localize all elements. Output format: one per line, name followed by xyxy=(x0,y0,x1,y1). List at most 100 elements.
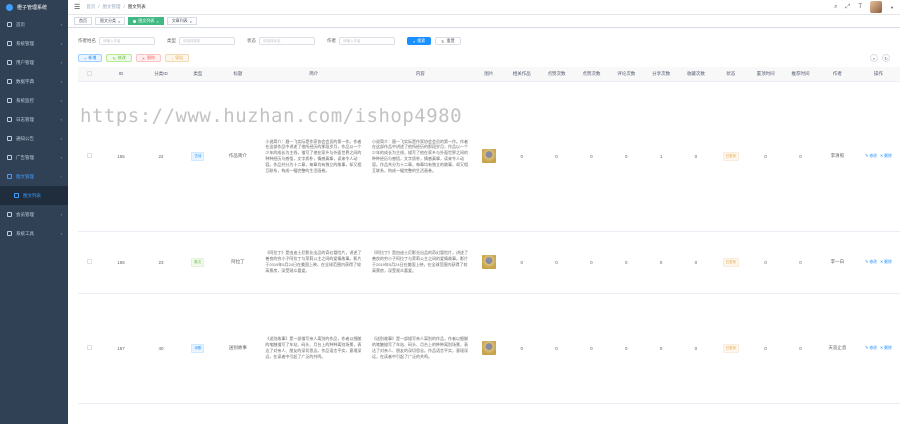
cell-count: 0 xyxy=(678,81,714,232)
row-checkbox[interactable] xyxy=(86,153,92,158)
column-header: ID xyxy=(100,67,142,82)
table-body: 155 22 古诗 作品简介 小说简介：聂一飞实际是作家协会会员的第一作。作者在这部作品… xyxy=(78,81,900,404)
cell-count: 0 xyxy=(573,231,609,294)
refresh-icon[interactable]: ↻ xyxy=(882,54,890,62)
author-name-input[interactable]: 请输入作者 xyxy=(99,37,155,45)
breadcrumb: 首页 / 图文管理 / 图文列表 xyxy=(86,4,146,10)
delete-button[interactable]: ✕ 删除 xyxy=(135,54,162,62)
toolbar: + 新增 ✎ 修改 ✕ 删除 ↓ 导出 ⌕ ↻ xyxy=(78,54,890,63)
column-header: 评论次数 xyxy=(608,67,644,82)
cell-type: 散文 xyxy=(180,231,216,294)
search-icon[interactable]: ⌕ xyxy=(834,4,837,11)
table-row[interactable]: 156 23 散文 阿拉丁 《阿拉丁》是由迪士尼影业出品的奇幻冒险片，讲述了善良的穷小子… xyxy=(78,231,900,294)
row-checkbox[interactable] xyxy=(86,345,92,350)
reset-button[interactable]: ↻ 重置 xyxy=(435,37,461,45)
sidebar-item[interactable]: 用户管理 › xyxy=(0,53,68,72)
column-header xyxy=(78,67,101,82)
status-badge: 已发布 xyxy=(722,151,740,161)
tag-category[interactable]: 图文分类 × xyxy=(95,17,126,25)
sidebar-item[interactable]: 系统工具 › xyxy=(0,224,68,243)
row-edit-link[interactable]: ✎ 修改 xyxy=(865,259,877,265)
sidebar-item-label: 日志管理 xyxy=(16,116,34,122)
sidebar-item-label: 系统工具 xyxy=(16,230,34,236)
table-row[interactable]: 157 40 诗歌 送别故事 《送别故事》是一部描写亲人离别的作品，作者以细腻的笔触描写… xyxy=(78,293,900,404)
app-logo[interactable]: 橙子管理系统 xyxy=(0,0,68,15)
cell-count: 1 xyxy=(643,81,679,232)
chevron-down-icon[interactable]: ▼ xyxy=(890,5,894,10)
select-all-checkbox[interactable] xyxy=(86,70,92,76)
cell-id: 155 xyxy=(100,81,142,232)
column-header: 收藏次数 xyxy=(678,67,714,82)
author-input[interactable]: 请输入作者 xyxy=(339,37,395,45)
tag-home[interactable]: 首页 xyxy=(74,17,92,25)
add-button[interactable]: + 新增 xyxy=(78,54,103,62)
sidebar-item-label: 广告管理 xyxy=(16,154,34,160)
search-form: 作者姓名 请输入作者 类型 请选择类型 状态 请选择状态 作者 请输入作者 ⌕ 搜… xyxy=(78,34,890,48)
cell-count: 0 xyxy=(573,81,609,232)
toggle-search-icon[interactable]: ⌕ xyxy=(870,54,878,62)
hamburger-icon[interactable]: ☰ xyxy=(74,3,80,11)
thumbnail-image[interactable] xyxy=(481,148,496,163)
font-size-icon[interactable]: T xyxy=(858,4,862,10)
type-badge: 散文 xyxy=(191,257,205,267)
cell-image xyxy=(473,231,505,294)
breadcrumb-item[interactable]: 首页 xyxy=(86,4,95,10)
sidebar-item[interactable]: 广告管理 › xyxy=(0,148,68,167)
row-edit-link[interactable]: ✎ 修改 xyxy=(865,153,877,159)
sidebar-item-label: 图文管理 xyxy=(16,173,34,179)
fullscreen-icon[interactable]: ⤢ xyxy=(846,4,851,11)
cell-type: 古诗 xyxy=(180,81,216,232)
sidebar-item[interactable]: 首页 › xyxy=(0,15,68,34)
sidebar-item[interactable]: 图文管理 › xyxy=(0,167,68,186)
status-badge: 已发布 xyxy=(722,343,740,353)
avatar[interactable] xyxy=(870,1,883,13)
tool-icon xyxy=(7,231,12,236)
cell-count: 0 xyxy=(678,231,714,294)
sidebar-item[interactable]: 数据字典 › xyxy=(0,72,68,91)
chevron-icon: › xyxy=(60,231,62,236)
sidebar-item[interactable]: 日志管理 › xyxy=(0,110,68,129)
cell-status: 已发布 xyxy=(713,81,749,232)
monitor-icon xyxy=(7,98,12,103)
app-title: 橙子管理系统 xyxy=(17,5,48,11)
row-delete-link[interactable]: ✕ 删除 xyxy=(880,259,892,265)
row-checkbox[interactable] xyxy=(86,259,92,264)
tag-list-active[interactable]: 图文列表 × xyxy=(128,17,164,25)
export-button[interactable]: ↓ 导出 xyxy=(165,54,190,62)
active-dot-icon xyxy=(133,19,137,23)
sidebar-item-label: 用户管理 xyxy=(16,59,34,65)
table-row[interactable]: 155 22 古诗 作品简介 小说简介：聂一飞实际是作家协会会员的第一作。作者在这部作品… xyxy=(78,81,900,232)
status-select[interactable]: 请选择状态 xyxy=(259,37,315,45)
user-icon xyxy=(7,60,12,65)
sidebar-item[interactable]: 系统监控 › xyxy=(0,91,68,110)
cell-content: 《阿拉丁》是由迪士尼影业出品的奇幻冒险片，讲述了善良的穷小子阿拉丁与茉莉公主之间… xyxy=(366,231,474,294)
image-icon xyxy=(7,174,12,179)
row-edit-link[interactable]: ✎ 修改 xyxy=(865,345,877,351)
cell-operations: ✎ 修改 ✕ 删除 xyxy=(856,293,900,404)
sidebar-item[interactable]: 会员管理 › xyxy=(0,205,68,224)
refresh-icon: ↻ xyxy=(441,38,445,44)
cell-image xyxy=(473,293,505,404)
cell-operations: ✎ 修改 ✕ 删除 xyxy=(856,81,900,232)
sidebar-item[interactable]: 通知公告 › xyxy=(0,129,68,148)
tag-articles[interactable]: 文章列表 × xyxy=(166,17,198,25)
cell-type: 诗歌 xyxy=(180,293,216,404)
search-button[interactable]: ⌕ 搜索 xyxy=(407,37,432,45)
breadcrumb-item[interactable]: 图文管理 xyxy=(103,4,121,10)
member-icon xyxy=(7,212,12,217)
row-delete-link[interactable]: ✕ 删除 xyxy=(880,153,892,159)
cell-count: 0 xyxy=(643,293,679,404)
edit-button[interactable]: ✎ 修改 xyxy=(106,54,132,62)
cell-image xyxy=(473,81,505,232)
thumbnail-image[interactable] xyxy=(481,254,496,269)
sidebar-item-label: 通知公告 xyxy=(16,135,34,141)
sidebar-item[interactable]: 系统管理 › xyxy=(0,34,68,53)
row-checkbox-cell xyxy=(78,81,101,232)
cell-author: 李一白 xyxy=(817,231,857,294)
type-select[interactable]: 请选择类型 xyxy=(179,37,235,45)
row-delete-link[interactable]: ✕ 删除 xyxy=(880,345,892,351)
sidebar-item[interactable]: 图文列表 xyxy=(0,186,68,205)
column-header: 状态 xyxy=(713,67,749,82)
thumbnail-image[interactable] xyxy=(481,340,496,355)
bell-icon xyxy=(7,136,12,141)
